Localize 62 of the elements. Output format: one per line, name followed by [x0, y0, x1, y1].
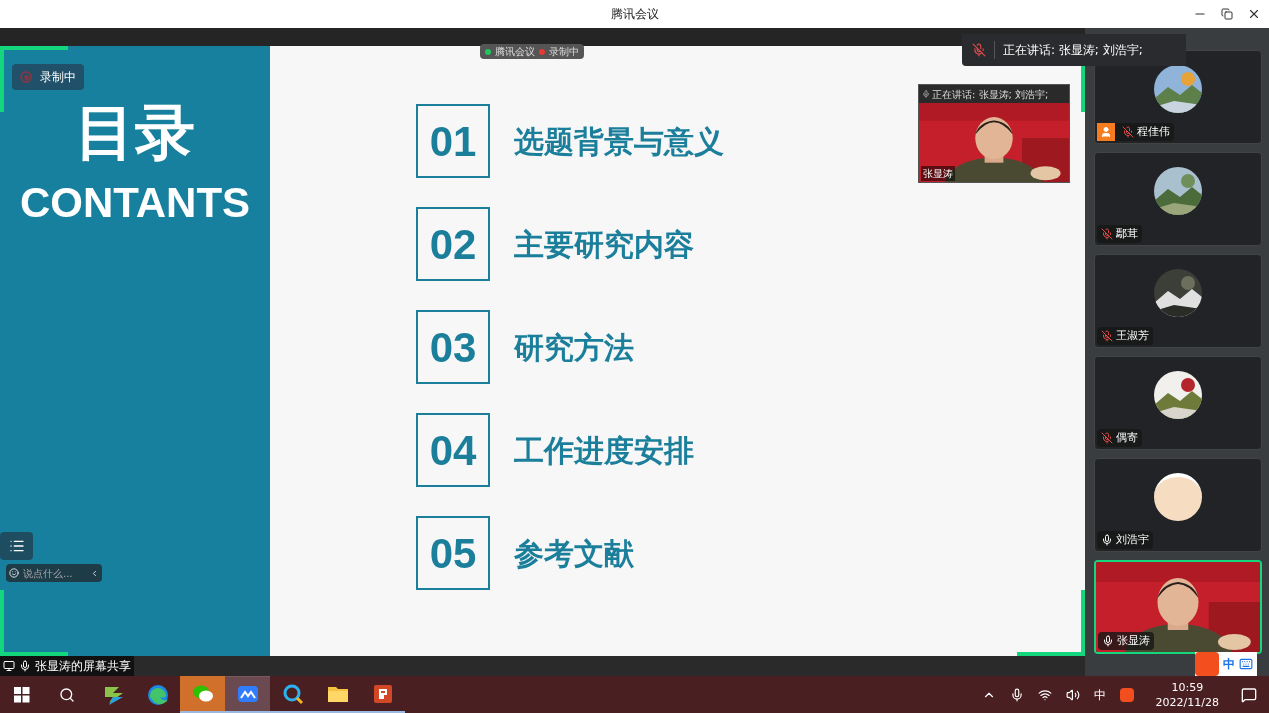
participant-tile[interactable]: 刘浩宇 — [1094, 458, 1262, 552]
speaking-text: 正在讲话: 张显涛; 刘浩宇; — [932, 87, 1049, 102]
participant-tile[interactable]: 张显涛 — [1094, 560, 1262, 654]
section-number: 02 — [416, 207, 490, 281]
close-icon[interactable] — [1247, 7, 1261, 21]
slide-heading: 目录 — [75, 102, 195, 162]
clock[interactable]: 10:59 2022/11/28 — [1155, 679, 1219, 710]
window-title: 腾讯会议 — [610, 6, 659, 23]
muted-microphone-icon — [972, 43, 986, 57]
recording-text: 录制中 — [549, 45, 579, 59]
language-indicator[interactable]: 中 — [1093, 685, 1106, 704]
section-number: 04 — [416, 413, 490, 487]
section-title: 工作进度安排 — [514, 431, 694, 470]
section-title: 主要研究内容 — [514, 225, 694, 264]
section-number: 05 — [416, 516, 490, 590]
clock-time: 10:59 — [1171, 679, 1204, 695]
participant-name: 王淑芳 — [1116, 327, 1149, 344]
participant-name: 鄢茸 — [1116, 225, 1138, 242]
microphone-icon — [922, 90, 930, 98]
ime-mode: 中 — [1223, 656, 1235, 673]
taskbar-app[interactable] — [225, 676, 270, 713]
notification-icon[interactable] — [1241, 686, 1257, 703]
name-label: 张显涛 — [921, 166, 955, 181]
clock-date: 2022/11/28 — [1155, 694, 1219, 710]
microphone-icon — [19, 660, 31, 672]
recording-badge[interactable]: 录制中 — [12, 64, 84, 90]
participant-name: 刘浩宇 — [1116, 531, 1149, 548]
section-title: 参考文献 — [514, 534, 634, 573]
participant-tile[interactable]: 偶寄 — [1094, 356, 1262, 450]
keyboard-icon — [1239, 657, 1253, 671]
speaker-icon[interactable] — [1065, 687, 1080, 702]
share-label: 张显涛的屏幕共享 — [35, 658, 131, 675]
screen-share-icon — [3, 660, 15, 672]
participant-name: 程佳伟 — [1137, 123, 1170, 140]
chat-input[interactable]: 说点什么... — [6, 564, 102, 582]
section-number: 01 — [416, 104, 490, 178]
chat-placeholder: 说点什么... — [23, 566, 73, 581]
participant-tile[interactable]: 鄢茸 — [1094, 152, 1262, 246]
participant-name: 张显涛 — [1117, 632, 1150, 649]
corner-accent — [1081, 66, 1085, 112]
windows-logo-icon[interactable] — [14, 686, 30, 703]
participant-tile[interactable]: 王淑芳 — [1094, 254, 1262, 348]
emoji-icon — [9, 568, 19, 578]
list-icon — [8, 538, 25, 554]
participant-name: 偶寄 — [1116, 429, 1138, 446]
search-icon[interactable] — [59, 686, 75, 703]
record-icon — [20, 71, 32, 83]
recording-label: 录制中 — [40, 69, 76, 86]
ime-toolbar[interactable]: 中 — [1195, 652, 1257, 676]
menu-button[interactable] — [0, 532, 33, 560]
browser-icon — [145, 682, 170, 707]
restore-icon[interactable] — [1221, 8, 1233, 20]
collapse-icon[interactable] — [90, 568, 99, 578]
network-icon[interactable] — [1037, 687, 1052, 702]
section-title: 研究方法 — [514, 328, 634, 367]
microphone-icon[interactable] — [1009, 687, 1024, 702]
mini-video-window[interactable]: 正在讲话: 张显涛; 刘浩宇; 张显涛 — [918, 84, 1070, 183]
section-title: 选题背景与意义 — [514, 122, 724, 161]
section-number: 03 — [416, 310, 490, 384]
slide-subheading: CONTANTS — [19, 182, 251, 224]
speaking-text: 正在讲话: 张显涛; 刘浩宇; — [994, 41, 1143, 59]
app-label: 腾讯会议 — [495, 45, 535, 59]
